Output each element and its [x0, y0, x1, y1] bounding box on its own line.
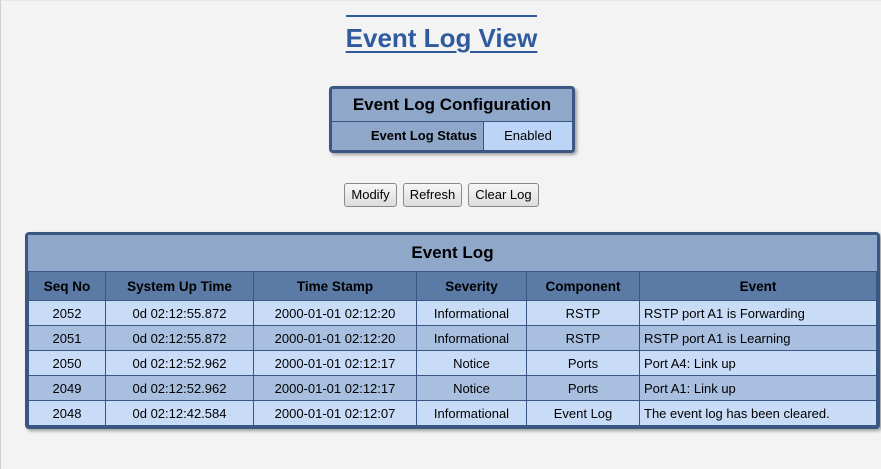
column-header-event: Event [639, 271, 877, 301]
table-row: 2052 0d 02:12:55.872 2000-01-01 02:12:20… [28, 300, 877, 326]
event-cell: RSTP port A1 is Forwarding [639, 300, 877, 326]
clear-log-button[interactable]: Clear Log [468, 183, 539, 207]
column-header-system-up-time: System Up Time [105, 271, 254, 301]
component-cell: RSTP [526, 325, 640, 351]
table-row: 2050 0d 02:12:52.962 2000-01-01 02:12:17… [28, 350, 877, 376]
event-cell: RSTP port A1 is Learning [639, 325, 877, 351]
table-header-row: Seq No System Up Time Time Stamp Severit… [28, 271, 877, 301]
table-row: 2048 0d 02:12:42.584 2000-01-01 02:12:07… [28, 400, 877, 426]
event-cell: The event log has been cleared. [639, 400, 877, 426]
severity-cell: Informational [416, 400, 527, 426]
event-log-status-label: Event Log Status [332, 122, 484, 150]
system-up-time-cell: 0d 02:12:55.872 [105, 300, 254, 326]
severity-cell: Informational [416, 325, 527, 351]
severity-cell: Notice [416, 350, 527, 376]
config-status-row: Event Log Status Enabled [332, 122, 572, 150]
event-log-configuration-panel: Event Log Configuration Event Log Status… [329, 86, 575, 153]
event-log-status-value: Enabled [484, 122, 572, 150]
system-up-time-cell: 0d 02:12:52.962 [105, 350, 254, 376]
page-title: Event Log View [345, 15, 538, 53]
event-cell: Port A1: Link up [639, 375, 877, 401]
column-header-severity: Severity [416, 271, 527, 301]
component-cell: Ports [526, 375, 640, 401]
component-cell: RSTP [526, 300, 640, 326]
seq-no-cell: 2051 [28, 325, 106, 351]
system-up-time-cell: 0d 02:12:42.584 [105, 400, 254, 426]
column-header-seq-no: Seq No [28, 271, 106, 301]
time-stamp-cell: 2000-01-01 02:12:20 [253, 325, 417, 351]
time-stamp-cell: 2000-01-01 02:12:07 [253, 400, 417, 426]
system-up-time-cell: 0d 02:12:55.872 [105, 325, 254, 351]
column-header-time-stamp: Time Stamp [253, 271, 417, 301]
action-buttons: Modify Refresh Clear Log [1, 183, 881, 207]
event-log-panel: Event Log Seq No System Up Time Time Sta… [25, 232, 880, 429]
table-row: 2051 0d 02:12:55.872 2000-01-01 02:12:20… [28, 325, 877, 351]
time-stamp-cell: 2000-01-01 02:12:20 [253, 300, 417, 326]
severity-cell: Informational [416, 300, 527, 326]
component-cell: Ports [526, 350, 640, 376]
event-log-page: Event Log View Event Log Configuration E… [0, 0, 881, 469]
event-cell: Port A4: Link up [639, 350, 877, 376]
column-header-component: Component [526, 271, 640, 301]
config-heading: Event Log Configuration [332, 89, 572, 122]
page-title-container: Event Log View [1, 15, 881, 53]
time-stamp-cell: 2000-01-01 02:12:17 [253, 350, 417, 376]
seq-no-cell: 2050 [28, 350, 106, 376]
severity-cell: Notice [416, 375, 527, 401]
time-stamp-cell: 2000-01-01 02:12:17 [253, 375, 417, 401]
event-log-title: Event Log [28, 235, 877, 271]
seq-no-cell: 2048 [28, 400, 106, 426]
component-cell: Event Log [526, 400, 640, 426]
system-up-time-cell: 0d 02:12:52.962 [105, 375, 254, 401]
event-log-table: Seq No System Up Time Time Stamp Severit… [28, 271, 877, 426]
modify-button[interactable]: Modify [344, 183, 397, 207]
seq-no-cell: 2052 [28, 300, 106, 326]
seq-no-cell: 2049 [28, 375, 106, 401]
table-row: 2049 0d 02:12:52.962 2000-01-01 02:12:17… [28, 375, 877, 401]
refresh-button[interactable]: Refresh [402, 183, 463, 207]
